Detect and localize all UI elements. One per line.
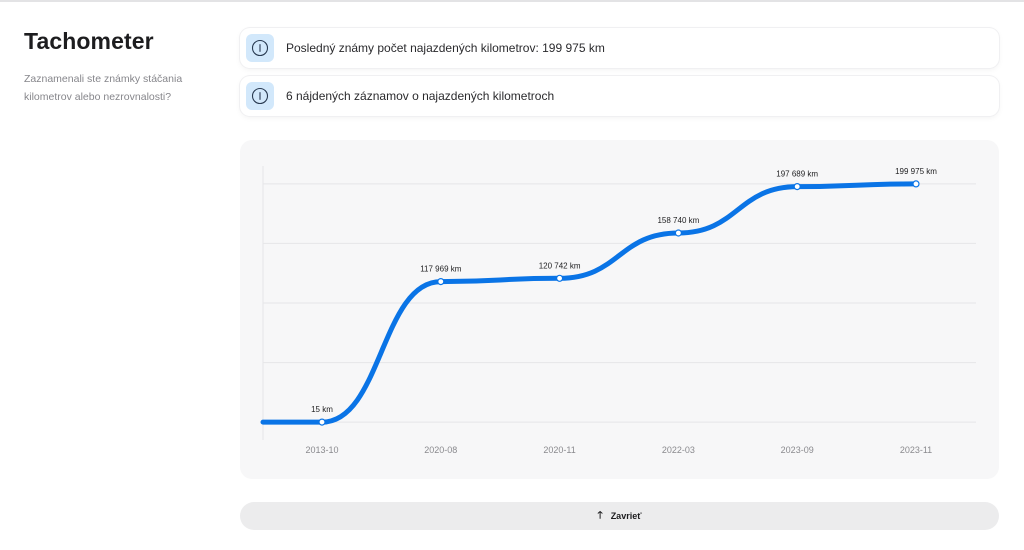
x-tick-label: 2020-08 xyxy=(424,445,457,455)
close-button-label: Zavrieť xyxy=(610,511,642,521)
arrow-up-icon: 🡑 xyxy=(597,509,603,521)
mileage-line-chart: 15 km 2013-10 117 969 km 2020-08 120 742 km 2… xyxy=(260,166,976,455)
data-label: 199 975 km xyxy=(895,167,937,176)
data-point xyxy=(793,182,801,191)
data-label: 158 740 km xyxy=(657,216,699,225)
info-text-record-count: 6 nájdených záznamov o najazdených kilom… xyxy=(286,89,555,103)
data-point xyxy=(437,278,445,286)
tachometer-page: Tachometer Zaznamenali ste známky stáčan… xyxy=(0,0,1024,550)
info-text-last-mileage: Posledný známy počet najazdených kilomet… xyxy=(286,41,605,55)
data-point xyxy=(556,274,564,282)
data-point xyxy=(674,229,682,237)
x-tick-label: 2023-09 xyxy=(781,445,814,455)
info-icon xyxy=(246,34,274,62)
x-tick-label: 2020-11 xyxy=(543,445,575,455)
mileage-chart-panel: 15 km 2013-10 117 969 km 2020-08 120 742 km 2… xyxy=(240,140,999,479)
x-tick-label: 2023-11 xyxy=(900,445,932,455)
page-title: Tachometer xyxy=(24,28,154,54)
header-section: Tachometer Zaznamenali ste známky stáčan… xyxy=(24,28,214,106)
data-point xyxy=(318,418,326,426)
x-tick-label: 2013-10 xyxy=(305,445,338,455)
data-label: 197 689 km xyxy=(776,170,818,179)
page-subtitle: Zaznamenali ste známky stáčania kilometr… xyxy=(24,73,183,103)
info-card-last-mileage: Posledný známy počet najazdených kilomet… xyxy=(240,28,999,68)
info-card-record-count: 6 nájdených záznamov o najazdených kilom… xyxy=(240,76,999,116)
info-icon xyxy=(246,82,274,110)
data-label: 15 km xyxy=(311,405,333,414)
data-label: 117 969 km xyxy=(420,265,462,274)
data-point xyxy=(912,180,920,188)
x-tick-label: 2022-03 xyxy=(662,445,695,455)
close-button[interactable]: 🡑 Zavrieť xyxy=(240,502,999,530)
data-label: 120 742 km xyxy=(539,261,581,270)
